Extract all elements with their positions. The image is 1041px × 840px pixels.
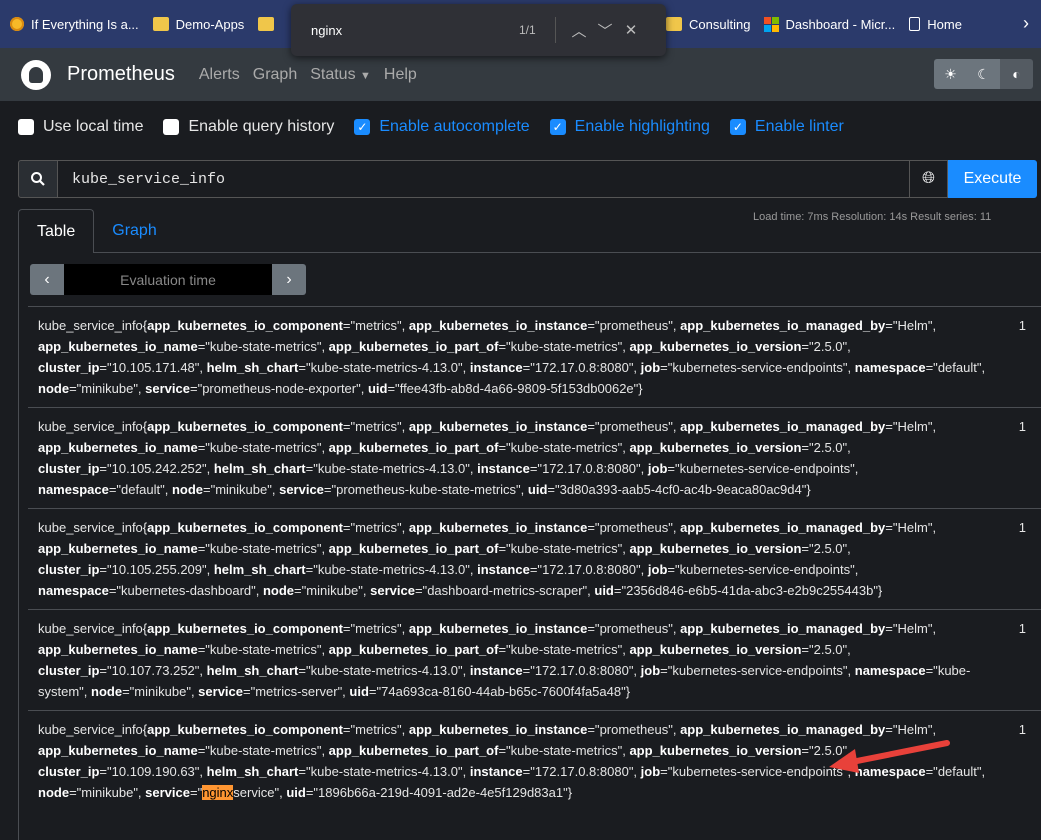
find-bar: 1/1 ︿ ﹀ ✕	[291, 4, 666, 56]
tab-table[interactable]: Table	[18, 209, 95, 253]
bookmark-label: Dashboard - Micr...	[785, 16, 896, 32]
series-value: 1	[1018, 722, 1026, 737]
find-match-count: 1/1	[519, 23, 536, 37]
page-icon	[909, 17, 921, 31]
search-icon	[18, 160, 58, 198]
metrics-explorer-icon[interactable]: 🌐︎	[910, 160, 948, 198]
bookmark-item[interactable]	[258, 12, 281, 36]
option-local-time[interactable]: Use local time	[18, 118, 143, 136]
search-highlight: nginx	[202, 785, 234, 800]
option-label: Enable linter	[754, 118, 844, 135]
annotation-arrow	[829, 740, 950, 773]
divider	[555, 17, 556, 43]
caret-down-icon: ▼	[360, 69, 371, 82]
evaluation-time-input[interactable]: Evaluation time	[64, 264, 272, 295]
option-linter[interactable]: ✓ Enable linter	[729, 118, 844, 136]
nav-graph[interactable]: Graph	[253, 66, 297, 84]
option-query-history[interactable]: Enable query history	[163, 118, 334, 136]
auto-theme-icon[interactable]: ◐	[1000, 59, 1033, 89]
dark-theme-icon[interactable]: ☾	[967, 59, 1000, 89]
bookmark-item[interactable]: Consulting	[666, 12, 750, 36]
table-row: kube_service_info{app_kubernetes_io_comp…	[28, 306, 1041, 407]
checkbox-unchecked[interactable]	[18, 119, 34, 135]
folder-icon	[152, 17, 169, 31]
option-highlighting[interactable]: ✓ Enable highlighting	[549, 118, 710, 136]
light-theme-icon[interactable]: ☀	[934, 59, 967, 89]
previous-time-icon[interactable]: ‹	[30, 264, 64, 295]
series-value: 1	[1018, 419, 1026, 434]
tab-graph[interactable]: Graph	[94, 209, 174, 253]
theme-toggle-group: ☀ ☾ ◐	[934, 59, 1033, 89]
chevron-right-icon[interactable]: ›	[1023, 13, 1029, 34]
prometheus-logo-icon[interactable]	[21, 59, 51, 90]
option-label: Use local time	[43, 118, 144, 135]
series-value: 1	[1018, 318, 1026, 333]
option-autocomplete[interactable]: ✓ Enable autocomplete	[354, 118, 530, 136]
series-labels: kube_service_info{app_kubernetes_io_comp…	[38, 419, 937, 497]
option-label: Enable autocomplete	[379, 118, 530, 135]
sun-icon	[10, 17, 24, 31]
nav-status[interactable]: Status ▼	[310, 66, 371, 84]
bookmark-label: Home	[927, 16, 962, 32]
nav-help[interactable]: Help	[384, 66, 417, 84]
evaluation-time-control: ‹ Evaluation time ›	[30, 264, 306, 295]
close-icon[interactable]: ✕	[618, 21, 644, 39]
option-label: Enable query history	[188, 118, 335, 135]
checkbox-checked[interactable]: ✓	[354, 119, 371, 135]
checkbox-unchecked[interactable]	[163, 119, 180, 135]
bookmark-label: If Everything Is a...	[31, 16, 139, 32]
checkbox-checked[interactable]: ✓	[729, 119, 746, 135]
checkbox-checked[interactable]: ✓	[549, 119, 566, 135]
folder-icon	[258, 17, 275, 31]
table-row: kube_service_info{app_kubernetes_io_comp…	[28, 508, 1041, 609]
find-input[interactable]	[305, 16, 485, 44]
bookmark-item[interactable]: Home	[909, 12, 962, 36]
query-stats: Load time: 7ms Resolution: 14s Result se…	[753, 211, 992, 223]
bookmarks-right-group: Consulting Dashboard - Micr... Home	[666, 12, 976, 36]
find-previous-icon[interactable]: ︿	[566, 20, 592, 41]
nav-alerts[interactable]: Alerts	[199, 66, 240, 84]
bookmark-item[interactable]: If Everything Is a...	[10, 12, 139, 36]
folder-icon	[666, 17, 682, 31]
option-label: Enable highlighting	[574, 118, 710, 135]
execute-button[interactable]: Execute	[948, 160, 1037, 198]
expression-input[interactable]	[58, 160, 910, 198]
next-time-icon[interactable]: ›	[272, 264, 306, 295]
bookmark-label: Consulting	[689, 16, 751, 32]
series-labels: kube_service_info{app_kubernetes_io_comp…	[38, 621, 971, 699]
microsoft-icon	[764, 17, 780, 32]
brand-title[interactable]: Prometheus	[67, 63, 175, 86]
bookmark-item[interactable]: Dashboard - Micr...	[764, 12, 895, 36]
series-value: 1	[1018, 621, 1026, 636]
bookmark-item[interactable]: Demo-Apps	[152, 12, 245, 36]
query-bar: 🌐︎ Execute	[18, 160, 1037, 198]
series-labels: kube_service_info{app_kubernetes_io_comp…	[38, 318, 986, 396]
find-next-icon[interactable]: ﹀	[592, 20, 618, 41]
series-value: 1	[1018, 520, 1026, 535]
table-row: kube_service_info{app_kubernetes_io_comp…	[28, 609, 1041, 710]
bookmark-label: Demo-Apps	[175, 16, 245, 32]
query-options: Use local time Enable query history ✓ En…	[18, 118, 864, 136]
nav-status-label: Status	[310, 65, 356, 83]
table-row: kube_service_info{app_kubernetes_io_comp…	[28, 407, 1041, 508]
series-labels: kube_service_info{app_kubernetes_io_comp…	[38, 520, 937, 598]
result-tabs: Table Graph	[18, 209, 175, 253]
